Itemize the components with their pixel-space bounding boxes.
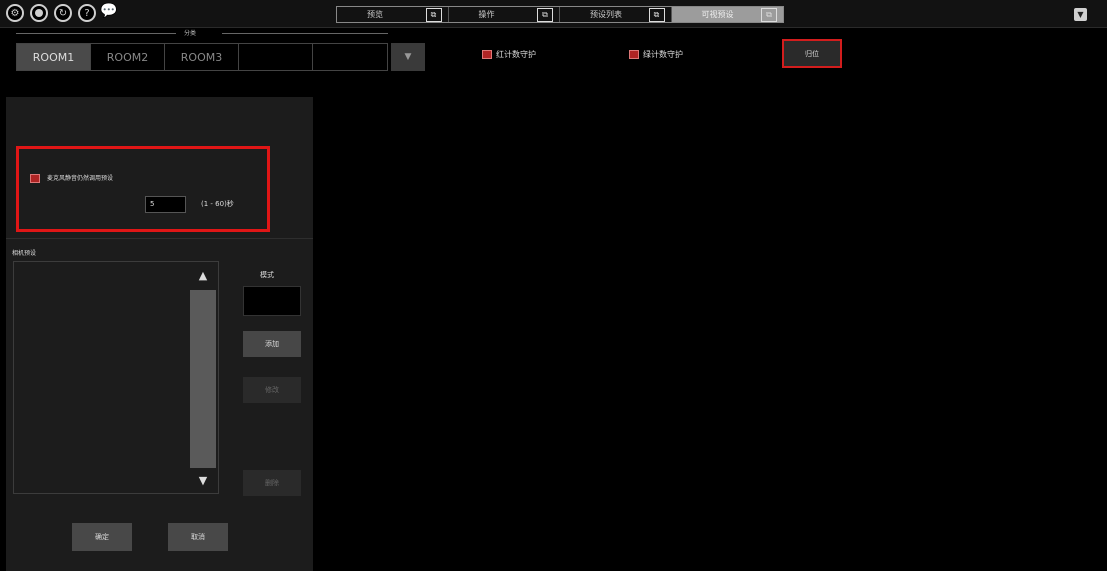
tab-label: 预设列表	[590, 10, 622, 19]
room-tabs: ROOM1 ROOM2 ROOM3	[16, 43, 388, 71]
sync-icon[interactable]: ↻	[54, 4, 72, 22]
room-tab-5[interactable]	[313, 44, 387, 70]
tab-label: 操作	[478, 10, 495, 19]
red-counter-checkbox[interactable]	[482, 50, 492, 59]
scrollbar[interactable]	[190, 290, 216, 468]
popout-icon[interactable]: ⧉	[648, 8, 665, 22]
settings-icon[interactable]: ⚙	[6, 4, 24, 22]
red-counter-label: 红计数守护	[496, 50, 536, 59]
popout-icon[interactable]: ⧉	[425, 8, 442, 22]
scroll-down-icon[interactable]: ▼	[197, 475, 209, 487]
room-tab-1[interactable]: ROOM1	[17, 44, 91, 70]
camera-preset-label: 相机预设	[12, 250, 37, 257]
mode-field[interactable]	[243, 286, 301, 316]
divider	[222, 33, 388, 34]
tab-preset-list[interactable]: 预设列表 ⧉	[560, 7, 672, 22]
camera-icon[interactable]	[30, 4, 48, 22]
cancel-button[interactable]: 取消	[168, 523, 228, 551]
tab-preview[interactable]: 预览 ⧉	[337, 7, 449, 22]
green-counter-label: 绿计数守护	[643, 50, 683, 59]
room-tab-4[interactable]	[239, 44, 313, 70]
delete-button[interactable]: 删除	[243, 470, 301, 496]
room-group-label: 分类	[184, 30, 197, 37]
help-icon[interactable]: ?	[78, 4, 96, 22]
chat-icon[interactable]: 💬	[100, 3, 117, 19]
add-button[interactable]: 添加	[243, 331, 301, 357]
divider	[6, 238, 313, 239]
preset-list[interactable]	[13, 261, 219, 494]
popout-icon[interactable]: ⧉	[537, 8, 553, 22]
tab-label: 可视预设	[701, 10, 734, 19]
tab-visual-preset[interactable]: 可视预设 ⧉	[671, 7, 783, 22]
mic-mute-label: 麦克风静音仍然调用预设	[47, 175, 114, 182]
tab-label: 预览	[367, 10, 383, 19]
room-tab-2[interactable]: ROOM2	[91, 44, 165, 70]
mode-label: 模式	[260, 271, 274, 279]
green-counter-checkbox[interactable]	[629, 50, 639, 59]
view-tabs: 预览 ⧉ 操作 ⧉ 预设列表 ⧉ 可视预设 ⧉	[336, 6, 784, 23]
scroll-up-icon[interactable]: ▲	[197, 270, 209, 282]
menu-dropdown-icon[interactable]: ▼	[1074, 8, 1087, 21]
mic-mute-checkbox[interactable]	[30, 174, 40, 183]
delay-seconds-input[interactable]: 5	[145, 196, 186, 213]
divider	[16, 33, 176, 34]
reset-button[interactable]: 归位	[782, 39, 842, 68]
tab-operation[interactable]: 操作 ⧉	[449, 7, 560, 22]
highlight-box	[16, 146, 270, 232]
room-tab-3[interactable]: ROOM3	[165, 44, 239, 70]
room-dropdown-button[interactable]: ▼	[391, 43, 425, 71]
edit-button[interactable]: 修改	[243, 377, 301, 403]
popout-icon[interactable]: ⧉	[761, 8, 777, 22]
ok-button[interactable]: 确定	[72, 523, 132, 551]
delay-range-label: (1 - 60)秒	[201, 200, 234, 208]
